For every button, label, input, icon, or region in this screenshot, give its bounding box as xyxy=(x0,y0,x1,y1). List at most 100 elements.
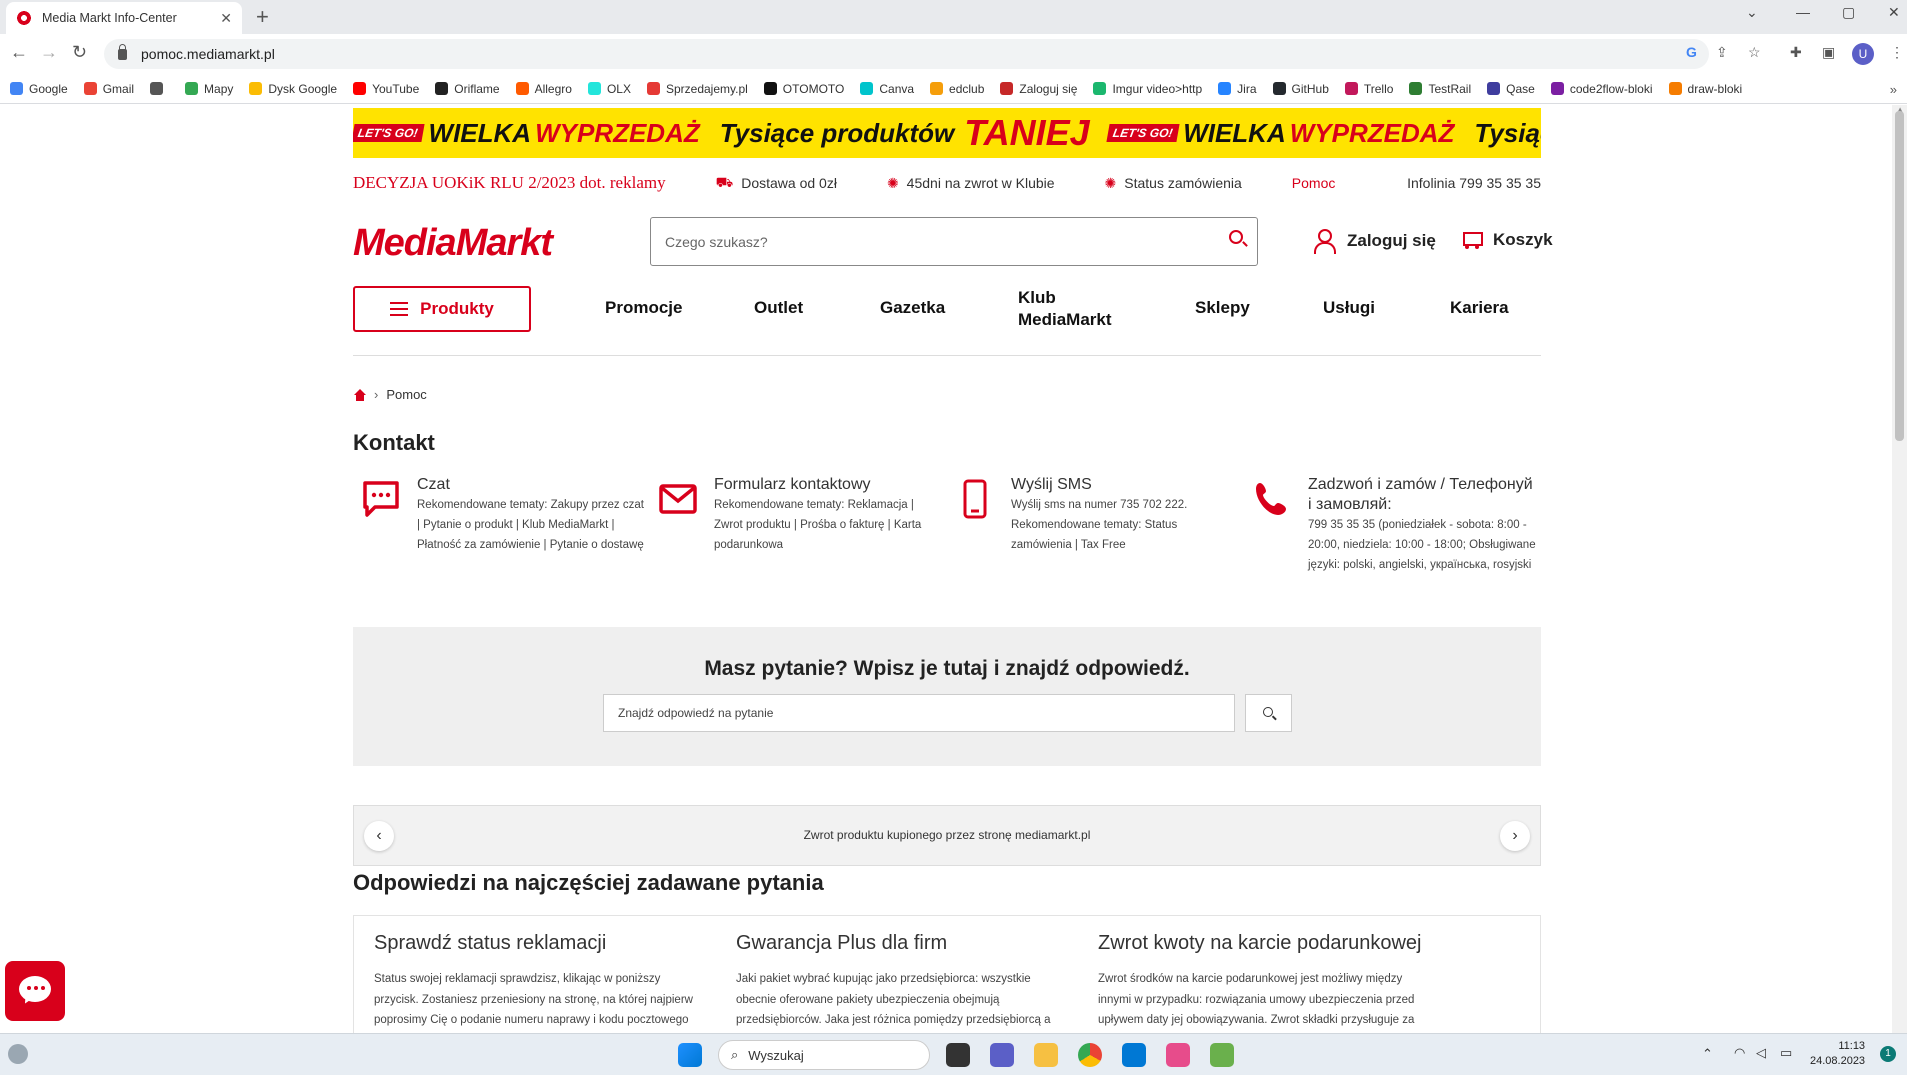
chat-dots xyxy=(27,986,31,990)
chrome-icon[interactable] xyxy=(1078,1043,1102,1067)
bookmark-item[interactable]: Dysk Google xyxy=(249,82,337,96)
forward-arrow-icon[interactable]: → xyxy=(40,42,58,63)
volume-icon[interactable]: ◁ xyxy=(1756,1045,1766,1061)
bookmark-item[interactable]: code2flow-bloki xyxy=(1550,81,1653,96)
back-arrow-icon[interactable]: ← xyxy=(10,42,28,63)
google-lens-icon[interactable]: G xyxy=(1686,44,1697,60)
vscode-icon[interactable] xyxy=(1122,1043,1146,1067)
scrollbar-thumb[interactable] xyxy=(1895,111,1904,441)
nav-kariera[interactable]: Kariera xyxy=(1450,298,1509,318)
browser-tab[interactable]: Media Markt Info-Center ✕ xyxy=(6,2,242,34)
share-icon[interactable]: ⇪ xyxy=(1716,44,1728,61)
windows-start-icon[interactable] xyxy=(678,1043,702,1067)
reload-icon[interactable]: ↻ xyxy=(72,42,87,63)
nav-gazetka[interactable]: Gazetka xyxy=(880,298,945,318)
teams-icon[interactable] xyxy=(990,1043,1014,1067)
carousel-item[interactable]: Zwrot produktu kupionego przez stronę me… xyxy=(354,828,1540,842)
bookmark-item[interactable]: Jira xyxy=(1218,82,1257,96)
status-item[interactable]: ✺ Status zamówienia xyxy=(1105,175,1242,192)
bookmark-star-icon[interactable]: ☆ xyxy=(1748,44,1761,61)
bookmark-item[interactable]: OTOMOTO xyxy=(763,82,844,96)
weather-icon[interactable] xyxy=(8,1044,28,1064)
bookmark-label: Zaloguj się xyxy=(1019,81,1078,96)
wifi-icon[interactable]: ◠ xyxy=(1734,1045,1745,1061)
bookmarks-overflow-icon[interactable]: » xyxy=(1890,82,1897,97)
bookmark-favicon-icon xyxy=(1218,82,1232,95)
faq-card-gwarancja[interactable]: Gwarancja Plus dla firm Jaki pakiet wybr… xyxy=(736,932,1066,1031)
nav-uslugi[interactable]: Usługi xyxy=(1323,298,1375,318)
bookmark-favicon-icon xyxy=(646,82,660,95)
url-field[interactable]: pomoc.mediamarkt.pl xyxy=(104,39,1709,69)
login-button[interactable]: Zaloguj się xyxy=(1313,229,1436,254)
taskbar-clock[interactable]: 11:13 24.08.2023 xyxy=(1810,1039,1865,1069)
bookmark-item[interactable]: Gmail xyxy=(83,82,134,96)
extensions-icon[interactable]: ✚ xyxy=(1790,44,1802,61)
app-icon[interactable] xyxy=(1166,1043,1190,1067)
menu-icon[interactable]: ⋮ xyxy=(1890,44,1904,61)
battery-icon[interactable]: ▭ xyxy=(1780,1045,1792,1061)
bookmark-item[interactable]: TestRail xyxy=(1409,82,1471,96)
nav-sklepy[interactable]: Sklepy xyxy=(1195,298,1250,318)
nav-outlet[interactable]: Outlet xyxy=(754,298,803,318)
faq-search-button[interactable] xyxy=(1245,694,1292,732)
decyzja-link[interactable]: DECYZJA UOKiK RLU 2/2023 dot. reklamy xyxy=(353,173,666,193)
bookmark-label: code2flow-bloki xyxy=(1569,81,1653,96)
nav-klub[interactable]: Klub MediaMarkt xyxy=(1018,287,1138,331)
chat-widget-button[interactable] xyxy=(5,961,65,1021)
faq-card-karta[interactable]: Zwrot kwoty na karcie podarunkowej Zwrot… xyxy=(1098,932,1428,1031)
zwrot-item[interactable]: ✺ 45dni na zwrot w Klubie xyxy=(887,175,1055,192)
tab-search-icon[interactable]: ⌄ xyxy=(1746,4,1758,21)
dostawa-item[interactable]: ⛟ Dostawa od 0zł xyxy=(716,174,837,193)
maximize-button[interactable]: ▢ xyxy=(1842,4,1855,21)
bookmark-favicon-icon xyxy=(1487,82,1501,95)
pomoc-link[interactable]: Pomoc xyxy=(1292,175,1336,191)
bookmark-item[interactable]: Zaloguj się xyxy=(1000,82,1077,96)
snipping-tool-icon[interactable] xyxy=(1210,1043,1234,1067)
tray-chevron-icon[interactable]: ⌃ xyxy=(1702,1046,1713,1062)
bookmark-favicon-icon xyxy=(185,82,199,95)
bookmark-item[interactable]: Mapy xyxy=(185,82,233,96)
faq-card-reklamacja[interactable]: Sprawdź status reklamacji Status swojej … xyxy=(374,932,704,1031)
bookmark-item[interactable]: Trello xyxy=(1344,81,1394,96)
product-search-input[interactable]: Czego szukasz? xyxy=(650,217,1258,266)
new-tab-button[interactable]: + xyxy=(256,4,269,30)
bookmark-item[interactable]: Google xyxy=(10,82,68,96)
bookmark-item[interactable]: Qase xyxy=(1487,82,1535,96)
infolinia[interactable]: Infolinia 799 35 35 35 xyxy=(1407,175,1541,191)
close-window-button[interactable]: ✕ xyxy=(1888,4,1900,21)
bookmark-favicon-icon xyxy=(1000,82,1014,95)
bookmark-item[interactable]: GitHub xyxy=(1272,82,1329,96)
profile-avatar[interactable]: U xyxy=(1852,43,1874,65)
carousel-next-button[interactable]: › xyxy=(1500,821,1530,851)
search-icon[interactable] xyxy=(1229,230,1243,244)
bookmark-label: Trello xyxy=(1363,81,1394,96)
taskbar-search[interactable]: ⌕ Wyszukaj xyxy=(718,1040,930,1070)
page-scrollbar[interactable]: ▲ xyxy=(1892,105,1907,1033)
produkty-menu-button[interactable]: Produkty xyxy=(353,286,531,332)
minimize-button[interactable]: — xyxy=(1796,4,1810,20)
cart-button[interactable]: Koszyk xyxy=(1459,229,1553,251)
breadcrumb: › Pomoc xyxy=(353,387,1541,402)
bookmark-item[interactable]: YouTube xyxy=(353,82,419,96)
bookmark-item[interactable]: Oriflame xyxy=(435,82,500,96)
home-icon[interactable] xyxy=(353,388,366,401)
close-tab-icon[interactable]: ✕ xyxy=(220,10,232,27)
bookmark-item[interactable] xyxy=(150,82,169,95)
sale-banner[interactable]: LET'S GO! WIELKA WYPRZEDAŻ Tysiące produ… xyxy=(353,108,1541,158)
file-explorer-icon[interactable] xyxy=(1034,1043,1058,1067)
bookmark-item[interactable]: draw-bloki xyxy=(1668,82,1742,96)
bookmark-item[interactable]: Sprzedajemy.pl xyxy=(646,82,748,96)
bookmark-item[interactable]: Allegro xyxy=(515,82,572,96)
status-label: Status zamówienia xyxy=(1124,175,1242,191)
faq-search-input[interactable]: Znajdź odpowiedź na pytanie xyxy=(603,694,1235,732)
faq-search-panel: Masz pytanie? Wpisz je tutaj i znajdź od… xyxy=(353,627,1541,766)
side-panel-icon[interactable]: ▣ xyxy=(1822,44,1835,61)
bookmark-item[interactable]: Canva xyxy=(860,82,914,96)
nav-promocje[interactable]: Promocje xyxy=(605,298,682,318)
task-view-icon[interactable] xyxy=(946,1043,970,1067)
notification-badge[interactable]: 1 xyxy=(1880,1046,1896,1062)
mediamarkt-logo[interactable]: MediaMarkt xyxy=(353,222,553,265)
bookmark-item[interactable]: edclub xyxy=(930,82,984,96)
bookmark-item[interactable]: Imgur video>http xyxy=(1093,82,1202,96)
bookmark-item[interactable]: OLX xyxy=(587,82,631,96)
